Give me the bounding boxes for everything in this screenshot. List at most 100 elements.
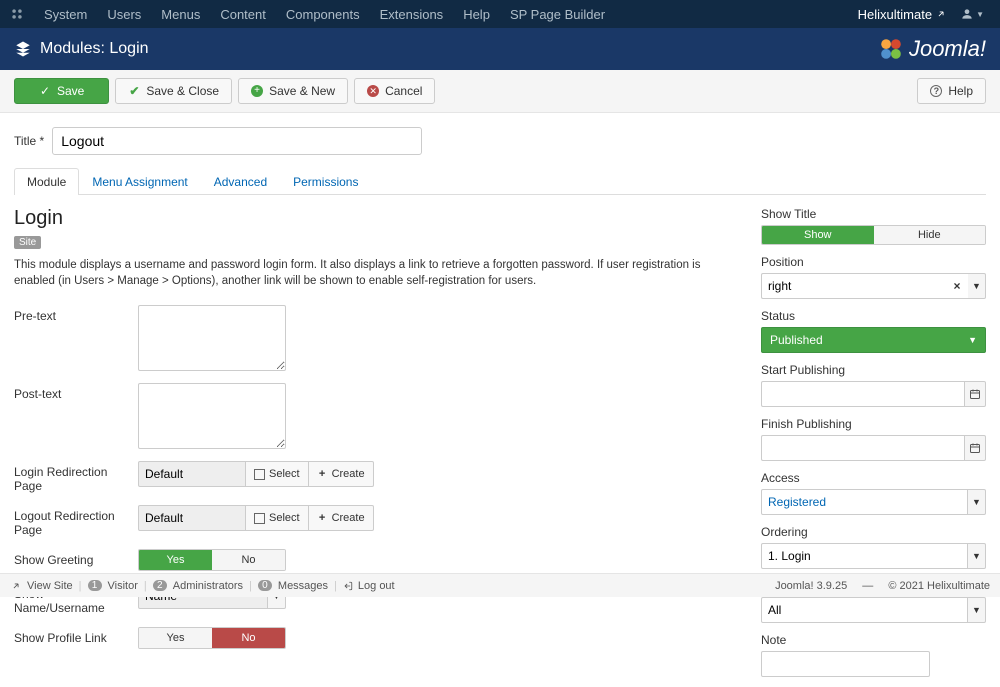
tab-permissions[interactable]: Permissions [280, 168, 371, 195]
show-title-label: Show Title [761, 207, 986, 221]
show-profile-no[interactable]: No [212, 628, 285, 648]
start-pub-calendar[interactable] [964, 381, 986, 407]
menu-help[interactable]: Help [453, 7, 500, 22]
start-pub-input[interactable] [761, 381, 964, 407]
brand-label: Helixultimate [858, 7, 932, 22]
module-icon [14, 40, 32, 58]
logout-link[interactable]: Log out [343, 580, 395, 592]
show-greeting-no[interactable]: No [212, 550, 285, 570]
status-select[interactable]: Published [761, 327, 986, 353]
content-area: Login Site This module displays a userna… [0, 195, 1000, 687]
plus-icon: + [317, 469, 328, 480]
page-icon [254, 469, 265, 480]
caret-down-icon: ▼ [972, 497, 981, 507]
joomla-icon[interactable] [8, 5, 26, 23]
ordering-input[interactable] [761, 543, 968, 569]
site-badge: Site [14, 236, 41, 249]
finish-pub-calendar[interactable] [964, 435, 986, 461]
copyright-text: © 2021 Helixultimate [888, 580, 990, 592]
menu-menus[interactable]: Menus [151, 7, 210, 22]
tab-advanced[interactable]: Advanced [201, 168, 280, 195]
save-new-button[interactable]: + Save & New [238, 78, 348, 104]
logout-redirect-select-button[interactable]: Select [246, 505, 309, 531]
check-icon: ✔ [128, 85, 140, 97]
pre-text-input[interactable] [138, 305, 286, 371]
title-input[interactable] [52, 127, 422, 155]
post-text-input[interactable] [138, 383, 286, 449]
logout-redirect-create-button[interactable]: +Create [309, 505, 374, 531]
save-button[interactable]: ✓ Save [14, 78, 109, 104]
access-select[interactable]: Registered [761, 489, 968, 515]
joomla-logo[interactable]: Joomla! [877, 35, 986, 63]
main-pane: Login Site This module displays a userna… [14, 207, 741, 687]
tab-module[interactable]: Module [14, 168, 79, 195]
show-profile-yes[interactable]: Yes [139, 628, 212, 648]
position-caret[interactable]: ▼ [968, 273, 986, 299]
footer-bar: View Site | 1 Visitor | 2 Administrators… [0, 573, 1000, 597]
menu-system[interactable]: System [34, 7, 97, 22]
toolbar: ✓ Save ✔ Save & Close + Save & New ✕ Can… [0, 70, 1000, 113]
top-menu-bar: System Users Menus Content Components Ex… [0, 0, 1000, 28]
external-link-icon [936, 7, 946, 22]
status-label: Status [761, 309, 986, 323]
access-label: Access [761, 471, 986, 485]
position-label: Position [761, 255, 986, 269]
login-redirect-create-button[interactable]: +Create [309, 461, 374, 487]
external-link-icon [10, 580, 21, 591]
finish-pub-input[interactable] [761, 435, 964, 461]
page-title: Modules: Login [40, 40, 149, 58]
top-brand-link[interactable]: Helixultimate [852, 7, 952, 22]
page-icon [254, 513, 265, 524]
module-description: This module displays a username and pass… [14, 257, 741, 289]
position-clear[interactable]: × [946, 273, 968, 299]
ordering-label: Ordering [761, 525, 986, 539]
tab-bar: Module Menu Assignment Advanced Permissi… [14, 167, 986, 195]
title-row: Title * [0, 113, 1000, 161]
show-title-show[interactable]: Show [762, 226, 874, 244]
menu-extensions[interactable]: Extensions [370, 7, 454, 22]
visitor-label[interactable]: Visitor [108, 580, 138, 592]
language-input[interactable] [761, 597, 968, 623]
dash: — [862, 580, 873, 592]
row-show-greeting: Show Greeting Yes No [14, 549, 741, 571]
show-greeting-yes[interactable]: Yes [139, 550, 212, 570]
save-close-button[interactable]: ✔ Save & Close [115, 78, 232, 104]
question-icon: ? [930, 85, 942, 97]
header-bar: Modules: Login Joomla! [0, 28, 1000, 70]
module-heading: Login [14, 207, 741, 230]
ordering-caret[interactable]: ▼ [968, 543, 986, 569]
language-caret[interactable]: ▼ [968, 597, 986, 623]
login-redirect-input[interactable] [138, 461, 246, 487]
caret-down-icon: ▼ [976, 10, 984, 19]
side-pane: Show Title Show Hide Position × ▼ Status… [761, 207, 986, 687]
note-input[interactable] [761, 651, 930, 677]
help-button[interactable]: ? Help [917, 78, 986, 104]
joomla-logo-text: Joomla! [909, 36, 986, 62]
message-count-badge: 0 [258, 580, 272, 591]
caret-down-icon: ▼ [972, 551, 981, 561]
messages-label[interactable]: Messages [278, 580, 328, 592]
close-icon: × [953, 279, 960, 293]
check-icon: ✓ [39, 85, 51, 97]
view-site-link[interactable]: View Site [27, 580, 73, 592]
tab-menu-assignment[interactable]: Menu Assignment [79, 168, 200, 195]
menu-sp-page-builder[interactable]: SP Page Builder [500, 7, 615, 22]
caret-down-icon: ▼ [972, 605, 981, 615]
user-menu[interactable]: ▼ [952, 7, 992, 21]
cancel-icon: ✕ [367, 85, 379, 97]
plus-icon: + [251, 85, 263, 97]
admins-label[interactable]: Administrators [173, 580, 243, 592]
position-input[interactable] [761, 273, 946, 299]
cancel-button[interactable]: ✕ Cancel [354, 78, 435, 104]
row-show-profile: Show Profile Link Yes No [14, 627, 741, 649]
menu-content[interactable]: Content [210, 7, 276, 22]
show-title-hide[interactable]: Hide [874, 226, 986, 244]
menu-components[interactable]: Components [276, 7, 370, 22]
row-logout-redirect: Logout Redirection Page Select +Create [14, 505, 741, 537]
access-caret[interactable]: ▼ [968, 489, 986, 515]
logout-redirect-input[interactable] [138, 505, 246, 531]
finish-pub-label: Finish Publishing [761, 417, 986, 431]
calendar-icon [969, 442, 981, 454]
menu-users[interactable]: Users [97, 7, 151, 22]
login-redirect-select-button[interactable]: Select [246, 461, 309, 487]
